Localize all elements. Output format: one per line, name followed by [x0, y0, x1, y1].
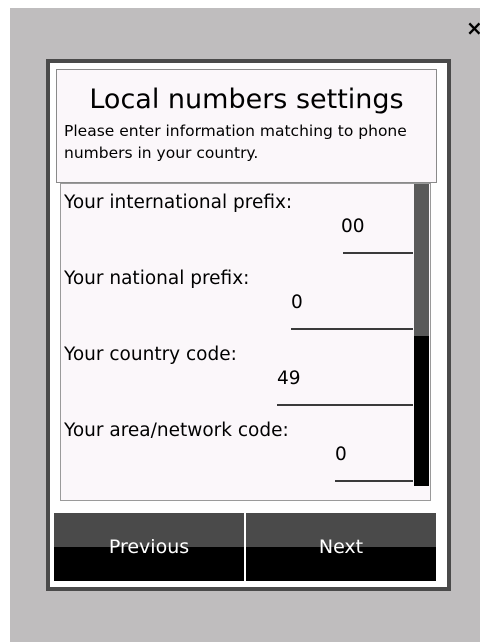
national-prefix-input[interactable]: 0: [291, 292, 303, 313]
country-code-label: Your country code:: [64, 344, 237, 365]
national-prefix-field[interactable]: Your national prefix: 0: [61, 260, 413, 336]
scrollbar-thumb[interactable]: [414, 184, 429, 336]
field-underline: [277, 404, 413, 406]
dialog-body: Local numbers settings Please enter info…: [50, 63, 447, 587]
international-prefix-field[interactable]: Your international prefix: 00: [61, 184, 413, 260]
country-code-field[interactable]: Your country code: 49: [61, 336, 413, 412]
international-prefix-input[interactable]: 00: [341, 216, 365, 237]
field-underline: [343, 252, 413, 254]
dialog-title: Local numbers settings: [89, 84, 404, 115]
area-code-input[interactable]: 0: [335, 444, 347, 465]
previous-button[interactable]: Previous: [54, 513, 244, 581]
scrollbar[interactable]: [414, 184, 429, 486]
field-underline: [335, 480, 413, 482]
area-code-field[interactable]: Your area/network code: 0: [61, 412, 413, 488]
area-code-label: Your area/network code:: [64, 420, 289, 441]
country-code-input[interactable]: 49: [277, 368, 301, 389]
international-prefix-label: Your international prefix:: [64, 192, 293, 213]
field-underline: [291, 328, 413, 330]
dialog-subtitle: Please enter information matching to pho…: [64, 122, 407, 162]
dialog-header: Local numbers settings Please enter info…: [56, 69, 437, 183]
national-prefix-label: Your national prefix:: [64, 268, 250, 289]
settings-dialog: Local numbers settings Please enter info…: [46, 59, 451, 591]
next-button[interactable]: Next: [246, 513, 436, 581]
close-icon[interactable]: ×: [466, 16, 480, 40]
settings-list[interactable]: Your international prefix: 00 Your natio…: [60, 183, 431, 501]
